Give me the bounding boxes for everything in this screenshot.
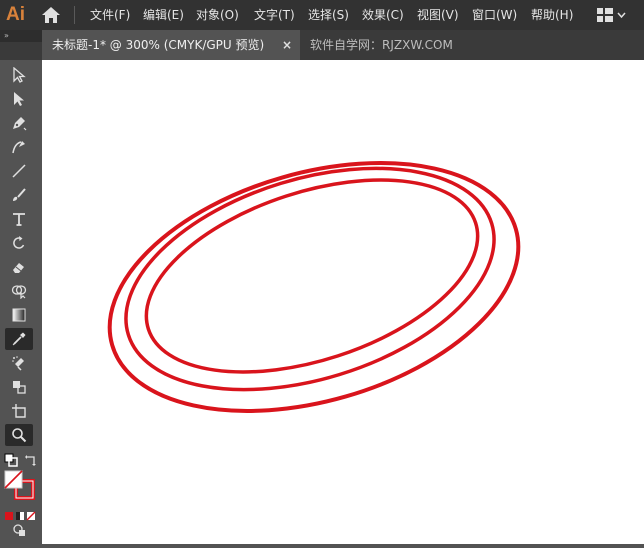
type-t-icon xyxy=(13,213,25,226)
pen-icon xyxy=(13,117,27,131)
document-tab-title: 未标题-1* @ 300% (CMYK/GPU 预览) xyxy=(52,38,265,52)
selection-arrow-icon xyxy=(13,67,26,83)
workspace-grid-icon xyxy=(597,8,626,22)
fill-stroke-icon xyxy=(4,470,35,500)
gradient-icon xyxy=(12,308,26,322)
symbol-sprayer-tool[interactable] xyxy=(5,352,33,374)
menu-window[interactable]: 窗口(W) xyxy=(472,0,517,30)
home-icon xyxy=(42,7,60,23)
curvature-tool[interactable] xyxy=(5,136,33,158)
menu-select[interactable]: 选择(S) xyxy=(308,0,349,30)
zoom-tool[interactable] xyxy=(5,424,33,446)
live-paint-bucket-icon xyxy=(13,381,26,394)
rotate-tool[interactable] xyxy=(5,232,33,254)
live-paint-tool[interactable] xyxy=(5,376,33,398)
menu-view[interactable]: 视图(V) xyxy=(417,0,459,30)
eraser-tool[interactable] xyxy=(5,256,33,278)
menu-bar: Ai 文件(F) 编辑(E) 对象(O) 文字(T) 选择(S) 效果(C) 视… xyxy=(0,0,644,30)
workspace-switcher[interactable] xyxy=(596,7,626,23)
symbol-sprayer-icon xyxy=(12,356,24,371)
menu-help[interactable]: 帮助(H) xyxy=(531,0,573,30)
direct-selection-tool[interactable] xyxy=(5,88,33,110)
menu-separator xyxy=(74,6,75,24)
tools-panel xyxy=(0,60,42,544)
artboard-icon xyxy=(12,404,26,418)
eyedropper-icon xyxy=(12,332,26,346)
default-colors-icon xyxy=(4,453,18,467)
menu-effect[interactable]: 效果(C) xyxy=(362,0,404,30)
line-segment-icon xyxy=(12,164,26,178)
pen-tool[interactable] xyxy=(5,112,33,134)
menu-file[interactable]: 文件(F) xyxy=(90,0,130,30)
swap-fill-stroke-button[interactable] xyxy=(24,452,38,466)
paintbrush-icon xyxy=(13,188,26,201)
gradient-tool[interactable] xyxy=(5,304,33,326)
type-tool[interactable] xyxy=(5,208,33,230)
drawing-mode-button[interactable] xyxy=(12,522,28,536)
menu-edit[interactable]: 编辑(E) xyxy=(143,0,184,30)
canvas-artwork xyxy=(107,161,521,413)
color-mode-buttons[interactable] xyxy=(4,506,36,521)
swap-arrows-icon xyxy=(25,455,36,466)
shape-builder-icon xyxy=(11,285,27,299)
home-button[interactable] xyxy=(40,5,62,25)
app-logo: Ai xyxy=(6,4,25,25)
tab-close-button[interactable]: × xyxy=(282,30,292,60)
toolbar-collapse-toggle[interactable]: » xyxy=(0,30,42,42)
menu-object[interactable]: 对象(O) xyxy=(196,0,239,30)
direct-selection-arrow-icon xyxy=(14,92,24,106)
line-segment-tool[interactable] xyxy=(5,160,33,182)
default-fill-stroke-button[interactable] xyxy=(4,452,18,467)
document-tab-active[interactable]: 未标题-1* @ 300% (CMYK/GPU 预览) × xyxy=(42,30,300,60)
selection-tool[interactable] xyxy=(5,64,33,86)
zoom-magnifier-icon xyxy=(12,428,27,443)
eraser-icon xyxy=(13,263,24,273)
inner-ellipse-ring xyxy=(144,178,480,374)
artboard-canvas[interactable] xyxy=(42,60,644,544)
double-chevron-icon: » xyxy=(4,31,9,40)
document-tab-inactive[interactable]: 软件自学网：RJZXW.COM xyxy=(310,30,453,60)
draw-mode-icon xyxy=(13,524,25,536)
menu-type[interactable]: 文字(T) xyxy=(254,0,295,30)
rotate-icon xyxy=(13,236,25,249)
eyedropper-tool[interactable] xyxy=(5,328,33,350)
shape-builder-tool[interactable] xyxy=(5,280,33,302)
paintbrush-tool[interactable] xyxy=(5,184,33,206)
color-gradient-none-icon xyxy=(5,511,36,521)
fill-stroke-swatches[interactable] xyxy=(4,470,36,500)
curvature-pen-icon xyxy=(12,141,25,154)
artboard-tool[interactable] xyxy=(5,400,33,422)
